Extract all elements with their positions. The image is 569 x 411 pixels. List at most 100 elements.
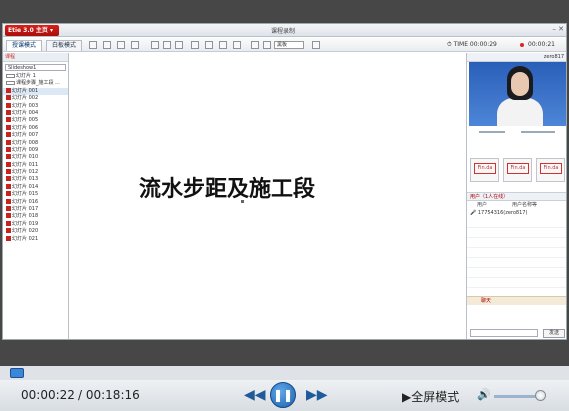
camera-thumb-1[interactable]: Fin.da (470, 158, 499, 182)
slide-item-label: 幻灯片 1 (16, 73, 36, 79)
slide-list-item[interactable]: 幻灯片 021 (3, 235, 68, 243)
title-bar: Etie 3.0 主页 ▾ 课程录制 – ✕ (3, 24, 566, 37)
slide-item-label: 幻灯片 019 (12, 220, 39, 227)
camera-thumb-label: Fin.da (540, 163, 562, 174)
slide-item-label: 幻灯片 003 (12, 102, 39, 109)
user-col-1: 用户 (477, 202, 488, 208)
print-icon[interactable] (131, 41, 139, 49)
media-sliders (467, 126, 566, 138)
forward-button[interactable]: ▶▶ (306, 387, 328, 403)
slide-icon (6, 228, 11, 234)
new-file-icon[interactable] (89, 41, 97, 49)
right-panel: zero817 Fin.da Fin.da Fin.da 用户（1人在线） 用户… (466, 53, 566, 339)
record-icon[interactable] (520, 43, 524, 47)
app-menu-button[interactable]: Etie 3.0 主页 ▾ (5, 25, 59, 36)
window-controls[interactable]: – ✕ (552, 25, 564, 33)
slide-item-label: 课程步骤_施工段 ... (16, 80, 60, 87)
slide-item-label: 幻灯片 001 (12, 87, 39, 94)
slide-list-item[interactable]: 幻灯片 018 (3, 213, 68, 220)
speaker-slider[interactable] (521, 131, 555, 133)
person-face (511, 72, 529, 96)
slide-icon (6, 95, 11, 101)
line-icon[interactable] (219, 41, 227, 49)
eraser-icon[interactable] (233, 41, 241, 49)
volume-knob[interactable] (535, 390, 547, 401)
slide-item-label: 幻灯片 020 (12, 228, 39, 235)
tab-lecture-mode[interactable]: 授课模式 (6, 40, 43, 51)
slide-icon (6, 220, 11, 226)
tab-whiteboard-mode[interactable]: 白板模式 (46, 40, 83, 51)
line-width-icon[interactable] (263, 41, 271, 49)
slide-icon (6, 132, 11, 138)
color-icon[interactable] (251, 41, 259, 49)
user-row[interactable]: 🎤 17754316(zero817) (470, 210, 566, 217)
slide-list-item[interactable]: 幻灯片 008 (3, 139, 68, 147)
slide-list-header: 课程 (3, 53, 68, 62)
move-icon[interactable] (175, 41, 183, 49)
video-user: zero817 (543, 54, 564, 60)
users-header: 用户（1人在线） (467, 192, 566, 201)
slideshow-select[interactable]: Slideshow1 (5, 64, 66, 71)
camera-thumb-2[interactable]: Fin.da (503, 158, 532, 182)
slide-list-item[interactable]: 幻灯片 002 (3, 95, 68, 102)
slide-list-item[interactable]: 幻灯片 003 (3, 102, 68, 110)
slide-item-label: 幻灯片 004 (12, 109, 39, 116)
slide-icon (6, 206, 11, 212)
slide-icon (6, 102, 11, 108)
camera-thumb-label: Fin.da (474, 163, 496, 174)
send-button[interactable]: 发送 (543, 329, 565, 338)
slide-list-item[interactable]: 课程步骤_施工段 ... (3, 80, 68, 87)
speaker-icon[interactable]: 🔊 (477, 388, 491, 401)
rewind-button[interactable]: ◀◀ (244, 387, 266, 403)
save-icon[interactable] (117, 41, 125, 49)
slide-icon (6, 146, 11, 152)
player-controls: 00:00:22 / 00:18:16 ◀◀ ❚❚ ▶▶ ▶全屏模式 🔊 (0, 380, 569, 411)
slide-item-label: 幻灯片 006 (12, 124, 39, 131)
redo-icon[interactable] (163, 41, 171, 49)
record-time: 00:00:21 (528, 41, 555, 48)
chat-input[interactable] (470, 329, 538, 337)
time-label: TIME (453, 41, 468, 48)
slide-list-item[interactable]: 幻灯片 010 (3, 154, 68, 161)
player-app: Etie 3.0 主页 ▾ 课程录制 – ✕ 授课模式 白板模式 黑板 ⏱ TI… (0, 0, 569, 411)
user-columns: 用户 用户名称等 (467, 201, 566, 209)
screen-icon[interactable] (312, 41, 320, 49)
user-col-2: 用户名称等 (512, 202, 538, 208)
cursor-marker (241, 200, 244, 203)
slide-title: 流水步距及施工段 (138, 176, 315, 202)
volume-track[interactable] (494, 395, 540, 398)
slide-icon (6, 235, 11, 241)
shape-icon[interactable] (205, 41, 213, 49)
camera-thumb-3[interactable]: Fin.da (536, 158, 565, 182)
progress-thumb[interactable] (10, 368, 24, 378)
pen-icon[interactable] (191, 41, 199, 49)
slide-icon (6, 73, 15, 78)
slide-item-label: 幻灯片 017 (12, 206, 39, 213)
fullscreen-button[interactable]: ▶全屏模式 (402, 388, 459, 405)
time-display: ⏱ TIME 00:00:29 (447, 41, 497, 48)
toolbar: 授课模式 白板模式 黑板 ⏱ TIME 00:00:29 00:00:21 (3, 38, 566, 52)
slide-icon (6, 154, 11, 160)
user-entry: 17754316(zero817) (477, 210, 528, 216)
recording-window: Etie 3.0 主页 ▾ 课程录制 – ✕ 授课模式 白板模式 黑板 ⏱ TI… (2, 23, 567, 340)
slide-item-label: 幻灯片 002 (12, 95, 39, 102)
slide-list-item[interactable]: 幻灯片 020 (3, 228, 68, 235)
board-select[interactable]: 黑板 (274, 41, 304, 49)
slide-list-item[interactable]: 幻灯片 005 (3, 117, 68, 124)
current-time: 00:00:22 (21, 388, 75, 402)
open-folder-icon[interactable] (103, 41, 111, 49)
slide-icon (6, 139, 11, 145)
progress-bar[interactable] (0, 366, 569, 380)
time-value: 00:00:29 (469, 41, 497, 48)
slide-icon (6, 161, 11, 167)
pause-button[interactable]: ❚❚ (270, 382, 296, 408)
slide-icon (6, 117, 11, 123)
slide-icon (6, 124, 11, 130)
slide-icon (6, 109, 11, 115)
undo-icon[interactable] (151, 41, 159, 49)
slide-item-label: 幻灯片 021 (12, 235, 39, 242)
slide-list-item[interactable]: 幻灯片 007 (3, 132, 68, 139)
window-title: 课程录制 (270, 28, 295, 35)
slide-list-item[interactable]: 幻灯片 011 (3, 161, 68, 169)
mic-slider[interactable] (479, 131, 505, 133)
